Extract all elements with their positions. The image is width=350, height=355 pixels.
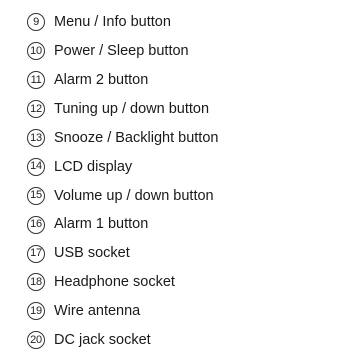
legend-item-label: Headphone socket <box>54 274 175 291</box>
number-badge: 16 <box>27 215 45 234</box>
number-badge: 15 <box>27 186 45 205</box>
legend-item-label: Alarm 2 button <box>54 71 149 88</box>
legend-item-headphone-socket: 18 Headphone socket <box>27 268 327 297</box>
legend-item-tuning-button: 12 Tuning up / down button <box>27 95 327 124</box>
legend-item-alarm-1-button: 16 Alarm 1 button <box>27 210 327 239</box>
legend-item-dc-jack-socket: 20 DC jack socket <box>27 326 327 355</box>
number-badge: 13 <box>27 129 45 147</box>
legend-item-power-sleep-button: 10 Power / Sleep button <box>27 37 327 66</box>
legend-item-label: USB socket <box>54 245 130 262</box>
legend-item-lcd-display: 14 LCD display <box>27 152 327 181</box>
legend-item-alarm-2-button: 11 Alarm 2 button <box>27 66 327 95</box>
legend-item-label: Volume up / down button <box>54 187 214 204</box>
legend-item-wire-antenna: 19 Wire antenna <box>27 297 327 326</box>
legend-item-label: Tuning up / down button <box>54 100 210 117</box>
number-badge: 19 <box>27 302 45 321</box>
number-badge: 12 <box>27 100 45 119</box>
legend-item-label: DC jack socket <box>54 331 151 348</box>
legend-item-label: Power / Sleep button <box>54 43 189 60</box>
legend-item-label: Snooze / Backlight button <box>54 129 219 146</box>
number-badge: 14 <box>27 157 45 176</box>
number-badge: 17 <box>27 244 45 263</box>
parts-legend-list: 9 Menu / Info button 10 Power / Sleep bu… <box>27 8 327 355</box>
legend-item-usb-socket: 17 USB socket <box>27 239 327 268</box>
legend-item-volume-button: 15 Volume up / down button <box>27 181 327 210</box>
legend-item-menu-info-button: 9 Menu / Info button <box>27 8 327 37</box>
legend-item-snooze-backlight-button: 13 Snooze / Backlight button <box>27 124 327 153</box>
number-badge: 11 <box>27 71 45 90</box>
number-badge: 10 <box>27 42 45 61</box>
legend-item-label: LCD display <box>54 158 133 175</box>
number-badge: 9 <box>27 13 45 32</box>
number-badge: 20 <box>27 331 45 350</box>
legend-item-label: Alarm 1 button <box>54 216 149 233</box>
legend-item-label: Wire antenna <box>54 303 141 320</box>
legend-item-label: Menu / Info button <box>54 14 171 31</box>
number-badge: 18 <box>27 273 45 292</box>
